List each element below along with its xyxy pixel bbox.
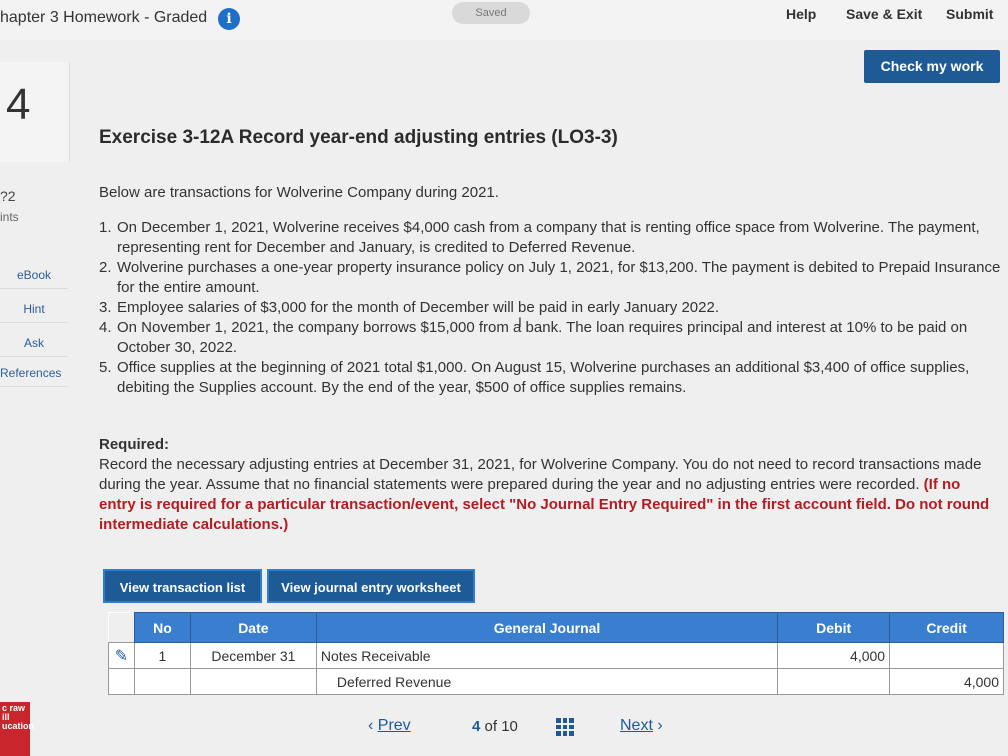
entry-date: December 31 bbox=[189, 642, 317, 669]
list-item-number: 2. bbox=[99, 259, 112, 276]
exercise-intro: Below are transactions for Wolverine Com… bbox=[99, 184, 499, 201]
view-transaction-list-button[interactable]: View transaction list bbox=[103, 569, 262, 603]
points-value: ?2 bbox=[0, 188, 16, 204]
chevron-right-icon: › bbox=[657, 717, 663, 734]
info-icon[interactable]: i bbox=[218, 8, 240, 30]
list-item: 5. Office supplies at the beginning of 2… bbox=[99, 358, 1004, 398]
assignment-title: hapter 3 Homework - Graded bbox=[0, 9, 208, 26]
help-link[interactable]: Help bbox=[786, 6, 816, 22]
edit-cell bbox=[108, 668, 135, 695]
credit-amount bbox=[889, 642, 1004, 669]
question-number: 4 bbox=[6, 80, 31, 129]
column-header-general-journal: General Journal bbox=[315, 612, 779, 643]
view-journal-worksheet-button[interactable]: View journal entry worksheet bbox=[267, 569, 475, 603]
chevron-left-icon: ‹ bbox=[368, 717, 374, 734]
exercise-title: Exercise 3-12A Record year-end adjusting… bbox=[99, 127, 618, 148]
page-indicator: 4 of 10 bbox=[472, 718, 518, 735]
list-item-number: 3. bbox=[99, 299, 112, 316]
account-name: Deferred Revenue bbox=[315, 668, 779, 695]
top-bar: hapter 3 Homework - Graded i Saved Help … bbox=[0, 0, 1008, 40]
page-total: of 10 bbox=[484, 718, 518, 735]
current-page: 4 bbox=[472, 718, 481, 735]
ebook-link[interactable]: eBook bbox=[0, 262, 68, 289]
debit-amount bbox=[777, 668, 891, 695]
submit-link[interactable]: Submit bbox=[946, 6, 993, 22]
column-header-date: Date bbox=[189, 612, 317, 643]
debit-amount: 4,000 bbox=[777, 642, 891, 669]
next-label: Next bbox=[620, 717, 653, 734]
mcgraw-hill-logo: c raw ill ucation bbox=[0, 702, 34, 756]
save-exit-link[interactable]: Save & Exit bbox=[846, 6, 922, 22]
column-header-no: No bbox=[133, 612, 191, 643]
entry-date bbox=[189, 668, 317, 695]
list-item: 3. Employee salaries of $3,000 for the m… bbox=[99, 298, 1004, 318]
list-item-number: 4. bbox=[99, 319, 112, 336]
edit-header bbox=[108, 612, 135, 643]
transaction-list: 1. On December 1, 2021, Wolverine receiv… bbox=[99, 218, 1004, 398]
account-name: Notes Receivable bbox=[315, 642, 779, 669]
list-item-text: Office supplies at the beginning of 2021… bbox=[117, 359, 970, 396]
pencil-icon[interactable]: ✎ bbox=[115, 646, 128, 666]
list-item-number: 1. bbox=[99, 219, 112, 236]
column-header-debit: Debit bbox=[777, 612, 891, 643]
references-link[interactable]: References bbox=[0, 360, 68, 387]
required-instructions: Record the necessary adjusting entries a… bbox=[99, 455, 999, 535]
list-item-text: On December 1, 2021, Wolverine receives … bbox=[117, 219, 980, 256]
hint-link[interactable]: Hint bbox=[0, 296, 68, 323]
list-item: 2. Wolverine purchases a one-year proper… bbox=[99, 258, 1004, 298]
table-row: Deferred Revenue 4,000 bbox=[108, 668, 1004, 695]
required-text: Record the necessary adjusting entries a… bbox=[99, 456, 982, 493]
general-journal-table: No Date General Journal Debit Credit ✎ 1… bbox=[108, 612, 1004, 695]
list-item: 1. On December 1, 2021, Wolverine receiv… bbox=[99, 218, 1004, 258]
list-item-text: Employee salaries of $3,000 for the mont… bbox=[117, 299, 719, 316]
check-my-work-button[interactable]: Check my work bbox=[864, 50, 1000, 83]
list-item: 4. On November 1, 2021, the company borr… bbox=[99, 318, 1004, 358]
text-cursor-icon: I bbox=[518, 314, 522, 330]
list-item-number: 5. bbox=[99, 359, 112, 376]
ask-link[interactable]: Ask bbox=[0, 330, 68, 357]
entry-number: 1 bbox=[133, 642, 191, 669]
grid-icon[interactable] bbox=[556, 718, 574, 736]
prev-button[interactable]: ‹ Prev bbox=[368, 717, 411, 735]
list-item-text: On November 1, 2021, the company borrows… bbox=[117, 319, 968, 356]
entry-number bbox=[133, 668, 191, 695]
required-heading: Required: bbox=[99, 436, 170, 453]
next-button[interactable]: Next › bbox=[620, 717, 663, 735]
credit-amount: 4,000 bbox=[889, 668, 1004, 695]
prev-label: Prev bbox=[377, 717, 411, 734]
list-item-text: Wolverine purchases a one-year property … bbox=[117, 259, 1001, 296]
points-label: ints bbox=[0, 210, 19, 224]
table-row: ✎ 1 December 31 Notes Receivable 4,000 bbox=[108, 642, 1004, 669]
saved-status-badge: Saved bbox=[452, 2, 530, 24]
column-header-credit: Credit bbox=[889, 612, 1004, 643]
edit-cell[interactable]: ✎ bbox=[108, 642, 135, 669]
table-header-row: No Date General Journal Debit Credit bbox=[108, 612, 1004, 643]
